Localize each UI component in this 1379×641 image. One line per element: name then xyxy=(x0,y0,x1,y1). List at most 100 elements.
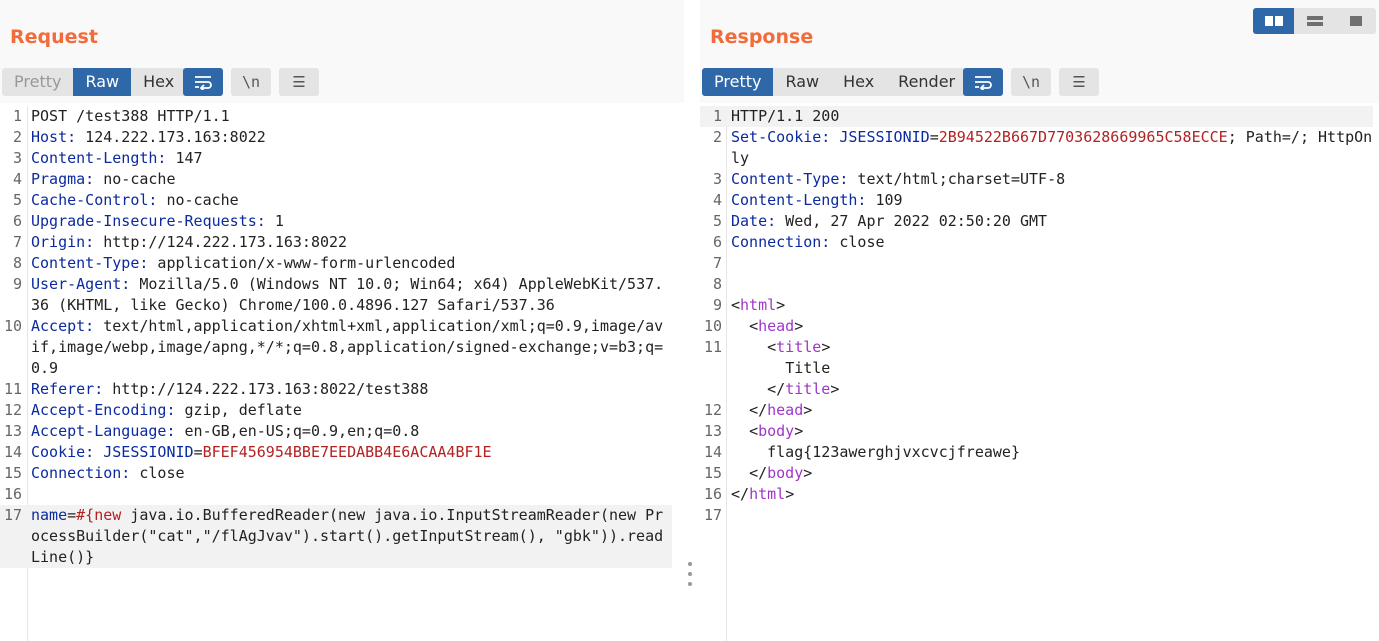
code-line: 2 Host: 124.222.173.163:8022 xyxy=(0,127,672,148)
code-token: > xyxy=(794,317,804,335)
request-tab-raw[interactable]: Raw xyxy=(73,68,132,96)
line-text: POST /test388 HTTP/1.1 xyxy=(31,106,672,127)
code-line: 17 name=#{new java.io.BufferedReader(new … xyxy=(0,505,672,568)
line-number: 9 xyxy=(12,275,22,293)
code-line: 11 Referer: http://124.222.173.163:8022/t… xyxy=(0,379,672,400)
code-token: Cookie: xyxy=(31,443,95,461)
code-token: Content-Length: xyxy=(731,191,867,209)
line-number: 9 xyxy=(712,296,722,314)
code-token: no-cache xyxy=(94,170,176,188)
request-tab-hex[interactable]: Hex xyxy=(131,68,186,96)
response-tab-render[interactable]: Render xyxy=(886,68,967,96)
code-line: 10 Accept: text/html,application/xhtml+xm… xyxy=(0,316,672,379)
line-text: Content-Length: 147 xyxy=(31,148,672,169)
code-token: html xyxy=(740,296,777,314)
request-menu-button[interactable]: ☰ xyxy=(279,68,319,96)
code-token: text/html,application/xhtml+xml,applicat… xyxy=(31,317,664,377)
line-text: Content-Length: 109 xyxy=(731,190,1373,211)
code-line: 12 </head> xyxy=(700,400,1373,421)
code-token: Date: xyxy=(731,212,777,230)
code-line: 11 <title> xyxy=(700,337,1373,358)
code-line: 3 Content-Length: 147 xyxy=(0,148,672,169)
code-token: Content-Length: xyxy=(31,149,167,167)
response-menu-button[interactable]: ☰ xyxy=(1059,68,1099,96)
code-token: name xyxy=(31,506,68,524)
response-editor[interactable]: 1 HTTP/1.1 200 2 Set-Cookie: JSESSIONID=2B9… xyxy=(700,106,1379,641)
response-tab-raw[interactable]: Raw xyxy=(773,68,831,96)
line-text: HTTP/1.1 200 xyxy=(731,106,1373,127)
code-token: </ xyxy=(731,464,768,482)
line-text: <body> xyxy=(731,421,1373,442)
code-line: 8​ xyxy=(700,274,1373,295)
line-text: </body> xyxy=(731,463,1373,484)
line-number: 5 xyxy=(12,191,22,209)
line-number: 1 xyxy=(12,107,22,125)
response-tab-hex[interactable]: Hex xyxy=(831,68,886,96)
code-token: Referer: xyxy=(31,380,104,398)
code-line: 14 flag{123awerghjvxcvcjfreawe} xyxy=(700,442,1373,463)
line-text: Accept: text/html,application/xhtml+xml,… xyxy=(31,316,672,379)
code-token: 109 xyxy=(866,191,903,209)
menu-icon: ☰ xyxy=(292,73,306,91)
line-number: 17 xyxy=(703,506,722,524)
line-text: ​ xyxy=(731,253,1373,274)
line-number: 14 xyxy=(3,443,22,461)
line-number xyxy=(700,358,731,379)
line-number: 8 xyxy=(712,275,722,293)
line-text: Referer: http://124.222.173.163:8022/tes… xyxy=(31,379,672,400)
line-number: 8 xyxy=(12,254,22,272)
code-token: Origin: xyxy=(31,233,95,251)
layout-single-icon xyxy=(1349,16,1362,26)
code-token: </ xyxy=(731,380,786,398)
line-number: 2 xyxy=(712,128,722,146)
code-token: Set-Cookie: xyxy=(731,128,831,146)
code-line: 12 Accept-Encoding: gzip, deflate xyxy=(0,400,672,421)
line-text: name=#{new java.io.BufferedReader(new ja… xyxy=(31,505,672,568)
layout-side-by-side-button[interactable] xyxy=(1253,8,1294,34)
code-token: > xyxy=(830,380,840,398)
code-token: Upgrade-Insecure-Requests: xyxy=(31,212,266,230)
line-text: Upgrade-Insecure-Requests: 1 xyxy=(31,211,672,232)
code-token: 2B94522B667D7703628669965C58ECCE xyxy=(938,128,1228,146)
line-text: Origin: http://124.222.173.163:8022 xyxy=(31,232,672,253)
code-token: head xyxy=(758,317,795,335)
request-tab-pretty[interactable]: Pretty xyxy=(2,68,73,96)
response-wrap-lines-button[interactable] xyxy=(963,68,1003,96)
code-line: 5 Date: Wed, 27 Apr 2022 02:50:20 GMT xyxy=(700,211,1373,232)
code-token: </ xyxy=(731,401,768,419)
code-line: 3 Content-Type: text/html;charset=UTF-8 xyxy=(700,169,1373,190)
line-text: flag{123awerghjvxcvcjfreawe} xyxy=(731,442,1373,463)
code-line: Title xyxy=(700,358,1373,379)
code-token: < xyxy=(731,338,777,356)
code-line: 4 Content-Length: 109 xyxy=(700,190,1373,211)
layout-single-button[interactable] xyxy=(1335,8,1376,34)
line-text: ​ xyxy=(731,274,1373,295)
request-editor[interactable]: 1 POST /test388 HTTP/1.1 2 Host: 124.222.17… xyxy=(0,106,684,641)
code-line: 16 </html> xyxy=(700,484,1373,505)
line-text: <head> xyxy=(731,316,1373,337)
line-number: 2 xyxy=(12,128,22,146)
code-token: Content-Type: xyxy=(731,170,849,188)
code-token: java.io.BufferedReader(new java.io.Input… xyxy=(31,506,664,566)
code-line: </title> xyxy=(700,379,1373,400)
code-token: html xyxy=(749,485,786,503)
code-token: Accept: xyxy=(31,317,95,335)
code-token: gzip, deflate xyxy=(175,401,302,419)
line-number: 13 xyxy=(703,422,722,440)
request-header: Request Pretty Raw Hex \n ☰ xyxy=(0,0,684,103)
line-number: 16 xyxy=(703,485,722,503)
line-number: 6 xyxy=(712,233,722,251)
code-token: Connection: xyxy=(731,233,831,251)
request-wrap-lines-button[interactable] xyxy=(183,68,223,96)
line-number: 7 xyxy=(712,254,722,272)
line-number: 6 xyxy=(12,212,22,230)
request-newline-button[interactable]: \n xyxy=(231,68,271,96)
code-token: < xyxy=(731,422,759,440)
pane-splitter-handle[interactable] xyxy=(687,562,693,586)
code-token: body xyxy=(767,464,804,482)
response-newline-button[interactable]: \n xyxy=(1011,68,1051,96)
layout-stacked-button[interactable] xyxy=(1294,8,1335,34)
newline-icon: \n xyxy=(241,73,261,91)
line-number: 15 xyxy=(3,464,22,482)
response-tab-pretty[interactable]: Pretty xyxy=(702,68,774,96)
